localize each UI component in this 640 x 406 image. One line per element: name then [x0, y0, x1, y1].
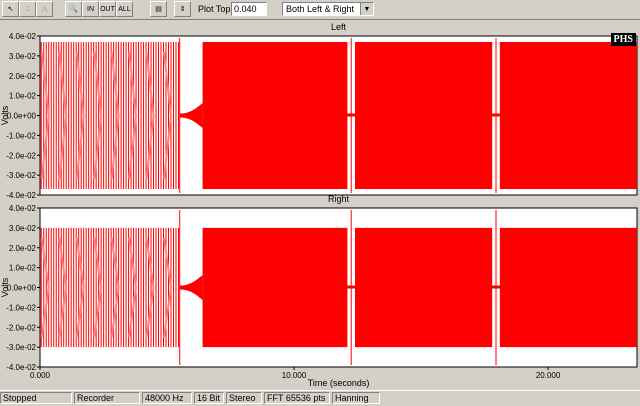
- y-tick-label: 4.0e-02: [9, 204, 37, 213]
- phs-logo: PHS: [610, 33, 636, 46]
- arrow-pointer-icon: ↖: [7, 5, 14, 13]
- waveform-segment: [202, 41, 348, 190]
- plots-area: Left 4.0e-02 3.0e-02 2.0e-02 1.0e-02 0.0e+00 -…: [0, 20, 640, 391]
- status-channels: Stereo: [226, 392, 262, 404]
- status-mode: Recorder: [74, 392, 140, 404]
- y-tick-label: -3.0e-02: [6, 343, 36, 352]
- status-sample-rate: 48000 Hz: [142, 392, 192, 404]
- dropout-marker: [490, 113, 503, 117]
- zoom-all-icon: ALL: [118, 5, 131, 13]
- plot-top-label: Plot Top:: [198, 4, 233, 14]
- y-tick-label: -3.0e-02: [6, 171, 36, 180]
- left-channel-title: Left: [331, 22, 347, 32]
- y-tick-label: 0.0e+00: [7, 112, 37, 121]
- toolbar: ↖ ⌶ ⋀ 🔍 IN OUTALL ▤ ⇕ Plot Top: Both Left & Rig…: [0, 0, 640, 20]
- right-channel-title: Right: [328, 194, 350, 204]
- y-axis-label: Volts: [0, 277, 10, 297]
- y-tick-label: 2.0e-02: [9, 72, 37, 81]
- status-bar: Stopped Recorder 48000 Hz 16 Bit Stereo …: [0, 390, 640, 406]
- status-window: Hanning: [332, 392, 380, 404]
- waveform-segment: [355, 227, 493, 348]
- display-settings-button[interactable]: ▤: [150, 1, 167, 17]
- dropout-marker: [345, 285, 358, 289]
- x-axis-label: Time (seconds): [308, 378, 370, 388]
- zoom-in-button[interactable]: IN: [82, 1, 99, 17]
- dropout-marker: [490, 285, 503, 289]
- y-axis-label: Volts: [0, 105, 10, 125]
- y-tick-label: -1.0e-02: [6, 303, 36, 312]
- y-tick-label: -2.0e-02: [6, 323, 36, 332]
- status-state: Stopped: [0, 392, 72, 404]
- marker-tool-button[interactable]: ⋀: [36, 1, 53, 17]
- channel-select-value: Both Left & Right: [286, 4, 355, 14]
- vertical-scale-button[interactable]: ⇕: [174, 1, 191, 17]
- waveform-segment: [499, 227, 637, 348]
- zoom-all-button[interactable]: ALL: [116, 1, 133, 17]
- waveform-plots: Left 4.0e-02 3.0e-02 2.0e-02 1.0e-02 0.0e+00 -…: [0, 22, 638, 388]
- y-tick-label: 4.0e-02: [9, 32, 37, 41]
- channel-select[interactable]: Both Left & Right ▼: [282, 2, 374, 16]
- status-bit-depth: 16 Bit: [194, 392, 224, 404]
- x-tick-label: 10.000: [282, 371, 307, 380]
- y-tick-label: 0.0e+00: [7, 284, 37, 293]
- y-tick-label: -2.0e-02: [6, 151, 36, 160]
- display-icon: ▤: [155, 5, 162, 13]
- y-tick-label: -4.0e-02: [6, 191, 36, 200]
- waveform-segment: [499, 41, 637, 190]
- chevron-down-icon[interactable]: ▼: [360, 3, 373, 15]
- y-tick-label: 1.0e-02: [9, 264, 37, 273]
- zoom-in-icon: IN: [87, 5, 94, 13]
- waveform-segment: [355, 41, 493, 190]
- dropout-marker: [345, 113, 358, 117]
- plot-top-input[interactable]: [231, 2, 267, 16]
- zoom-out-button[interactable]: OUT: [99, 1, 116, 17]
- x-tick-label: 0.000: [30, 371, 51, 380]
- zoom-out-icon: OUT: [100, 5, 115, 13]
- x-tick-label: 20.000: [536, 371, 561, 380]
- y-tick-label: -1.0e-02: [6, 131, 36, 140]
- y-tick-label: 1.0e-02: [9, 92, 37, 101]
- y-tick-label: 2.0e-02: [9, 244, 37, 253]
- vertical-scale-icon: ⇕: [179, 5, 186, 13]
- magnifier-icon: 🔍: [69, 5, 78, 13]
- cursor-tool-button[interactable]: ⌶: [19, 1, 36, 17]
- cursor-icon: ⌶: [25, 5, 30, 13]
- zoom-button[interactable]: 🔍: [65, 1, 82, 17]
- status-fft-size: FFT 65536 pts: [264, 392, 330, 404]
- pointer-tool-button[interactable]: ↖: [2, 1, 19, 17]
- marker-icon: ⋀: [41, 5, 48, 13]
- y-tick-label: 3.0e-02: [9, 52, 37, 61]
- waveform-segment: [202, 227, 348, 348]
- y-tick-label: 3.0e-02: [9, 224, 37, 233]
